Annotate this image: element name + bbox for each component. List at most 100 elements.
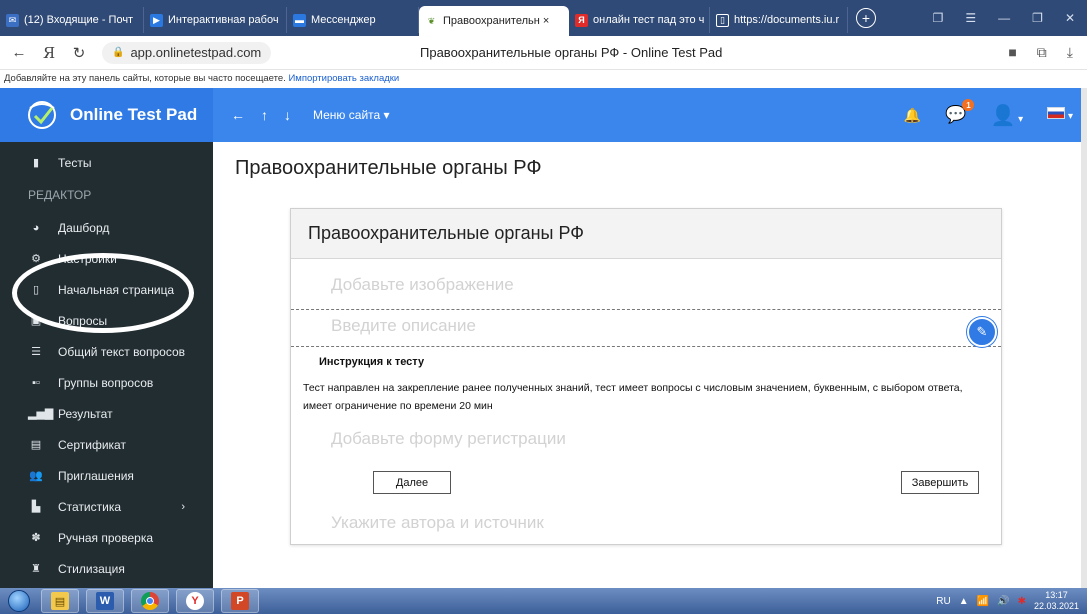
back-arrow-icon[interactable]: ← [231, 107, 245, 123]
sidebar-item-invitations[interactable]: 👥 Приглашения [0, 460, 213, 491]
tab-mail[interactable]: ✉ (12) Входящие - Почт [0, 7, 144, 33]
sidebar-item-label: Результат [58, 406, 113, 421]
start-button[interactable] [4, 588, 34, 614]
groups-icon: ▪▫ [32, 376, 40, 389]
network-icon[interactable]: 📶 [977, 596, 989, 607]
new-tab-button[interactable]: + [856, 8, 876, 28]
tab-messenger[interactable]: ▬ Мессенджер [287, 7, 419, 33]
tab-label: Интерактивная рабоч [168, 14, 279, 26]
page-icon: ▯ [32, 284, 40, 296]
sidebar-item-label: Общий текст вопросов [58, 344, 186, 359]
menu-icon[interactable]: ☰ [965, 11, 976, 25]
reader-icon[interactable]: ⧉ [1037, 44, 1047, 61]
header-nav: ← ↑ ↓ Меню сайта ▾ [231, 107, 390, 123]
sidebar-item-certificate[interactable]: ▤ Сертификат [0, 429, 213, 460]
yandex-browser-icon: Y [186, 592, 204, 610]
taskbar-word[interactable]: W [86, 589, 124, 613]
document-icon: ▯ [716, 13, 729, 27]
clock-time: 13:17 [1045, 590, 1068, 600]
header-actions: 🔔 💬 1 👤 ▾ ▾ [904, 99, 1087, 128]
sidebar-section-editor: РЕДАКТОР [28, 188, 92, 202]
back-icon[interactable]: ← [8, 44, 30, 61]
sidebar-item-dashboard[interactable]: ◕ Дашборд [0, 212, 213, 243]
bookmarks-hint: Добавляйте на эту панель сайты, которые … [4, 73, 286, 84]
close-icon[interactable]: ✕ [1065, 11, 1075, 25]
finish-button[interactable]: Завершить [901, 471, 979, 494]
author-source-placeholder[interactable]: Укажите автора и источник [331, 513, 544, 533]
sidebar-item-start-page[interactable]: ▯ Начальная страница [0, 274, 213, 305]
tab-label: Мессенджер [311, 14, 376, 26]
tab-presentation[interactable]: ▶ Интерактивная рабоч [144, 7, 287, 33]
onlinetestpad-icon: ❦ [427, 15, 436, 26]
site-menu-dropdown[interactable]: Меню сайта ▾ [313, 108, 390, 122]
logo[interactable]: Online Test Pad [0, 88, 213, 142]
browser-tabstrip: ✉ (12) Входящие - Почт ▶ Интерактивная р… [0, 0, 1087, 36]
tab-label: Правоохранительн × [443, 15, 550, 27]
volume-icon[interactable]: 🔊 [997, 596, 1009, 607]
tab-label: онлайн тест пад это ч [593, 14, 705, 26]
down-arrow-icon[interactable]: ↓ [284, 107, 291, 123]
sidebar-item-tests[interactable]: ▮ Тесты [0, 147, 213, 178]
sidebar-item-label: Группы вопросов [58, 375, 154, 390]
sidebar-item-common-text[interactable]: ☰ Общий текст вопросов [0, 336, 213, 367]
style-icon: ♜ [31, 563, 41, 575]
tab-active-testpad[interactable]: ❦ Правоохранительн × [419, 6, 569, 36]
window-controls: ❐ ☰ — ❐ ✕ [933, 11, 1087, 25]
import-bookmarks-link[interactable]: Импортировать закладки [288, 73, 399, 84]
tray-expand-icon[interactable]: ▲ [959, 596, 969, 607]
sidebar-item-styling[interactable]: ♜ Стилизация [0, 553, 213, 584]
taskbar-explorer[interactable]: ▤ [41, 589, 79, 613]
tab-yandex-search[interactable]: Я онлайн тест пад это ч [569, 7, 710, 33]
address-bar: ← Я ↻ 🔒 app.onlinetestpad.com Правоохран… [0, 36, 1087, 70]
sidebar-item-manual-check[interactable]: ✽ Ручная проверка [0, 522, 213, 553]
language-selector[interactable]: ▾ [1047, 106, 1073, 124]
chat-icon[interactable]: 💬 1 [945, 99, 975, 125]
up-arrow-icon[interactable]: ↑ [261, 107, 268, 123]
gear-icon: ⚙ [31, 253, 41, 265]
tab-label: https://documents.iu.r [734, 14, 840, 26]
taskbar-yandex-browser[interactable]: Y [176, 589, 214, 613]
taskbar-chrome[interactable] [131, 589, 169, 613]
page-title: Правоохранительные органы РФ [235, 157, 542, 179]
page-scrollbar[interactable] [1081, 88, 1087, 588]
main-content: Правоохранительные органы РФ Правоохрани… [213, 142, 1081, 588]
antivirus-icon[interactable]: ✱ [1018, 596, 1026, 607]
download-icon[interactable]: ⤓ [1067, 44, 1073, 61]
instruction-text[interactable]: Тест направлен на закрепление ранее полу… [303, 379, 983, 415]
bookmark-icon[interactable]: ■ [1008, 44, 1016, 61]
description-placeholder: Введите описание [331, 316, 476, 335]
taskbar-powerpoint[interactable]: P [221, 589, 259, 613]
tab-list-icon[interactable]: ❐ [933, 11, 944, 25]
yandex-home-icon[interactable]: Я [38, 44, 60, 62]
url-field[interactable]: 🔒 app.onlinetestpad.com [102, 41, 272, 64]
add-image-placeholder[interactable]: Добавьте изображение [331, 275, 514, 295]
notification-badge: 1 [962, 99, 975, 111]
reload-icon[interactable]: ↻ [68, 44, 90, 62]
sidebar-item-result[interactable]: ▂▅▇ Результат [0, 398, 213, 429]
tab-label: (12) Входящие - Почт [24, 14, 134, 26]
restore-icon[interactable]: ❐ [1032, 11, 1043, 25]
sidebar-item-settings[interactable]: ⚙ Настройки [0, 243, 213, 274]
sidebar-item-label: Сертификат [58, 437, 126, 452]
add-registration-placeholder[interactable]: Добавьте форму регистрации [331, 429, 566, 449]
presentation-icon: ▶ [150, 13, 163, 27]
site-menu-label: Меню сайта [313, 108, 381, 122]
bell-icon[interactable]: 🔔 [904, 107, 921, 124]
minimize-icon[interactable]: — [998, 11, 1010, 25]
card-title[interactable]: Правоохранительные органы РФ [291, 209, 1001, 259]
tab-documents[interactable]: ▯ https://documents.iu.r [710, 7, 848, 33]
language-indicator[interactable]: RU [936, 596, 950, 607]
sidebar-item-label: Начальная страница [58, 282, 175, 297]
description-field[interactable]: Введите описание ✎ [291, 309, 1001, 347]
sidebar-item-statistics[interactable]: ▙ Статистика › [0, 491, 213, 522]
dashboard-icon: ◕ [32, 221, 40, 234]
clock[interactable]: 13:17 22.03.2021 [1034, 590, 1079, 612]
next-button[interactable]: Далее [373, 471, 451, 494]
site-header: Online Test Pad ← ↑ ↓ Меню сайта ▾ 🔔 💬 1 … [0, 88, 1087, 142]
sidebar-item-questions[interactable]: ▣ Вопросы [0, 305, 213, 336]
mail-icon: ✉ [6, 13, 19, 27]
clock-date: 22.03.2021 [1033, 601, 1079, 611]
edit-pencil-icon[interactable]: ✎ [967, 317, 997, 347]
user-menu-icon[interactable]: 👤 ▾ [990, 103, 1023, 128]
sidebar-item-question-groups[interactable]: ▪▫ Группы вопросов [0, 367, 213, 398]
